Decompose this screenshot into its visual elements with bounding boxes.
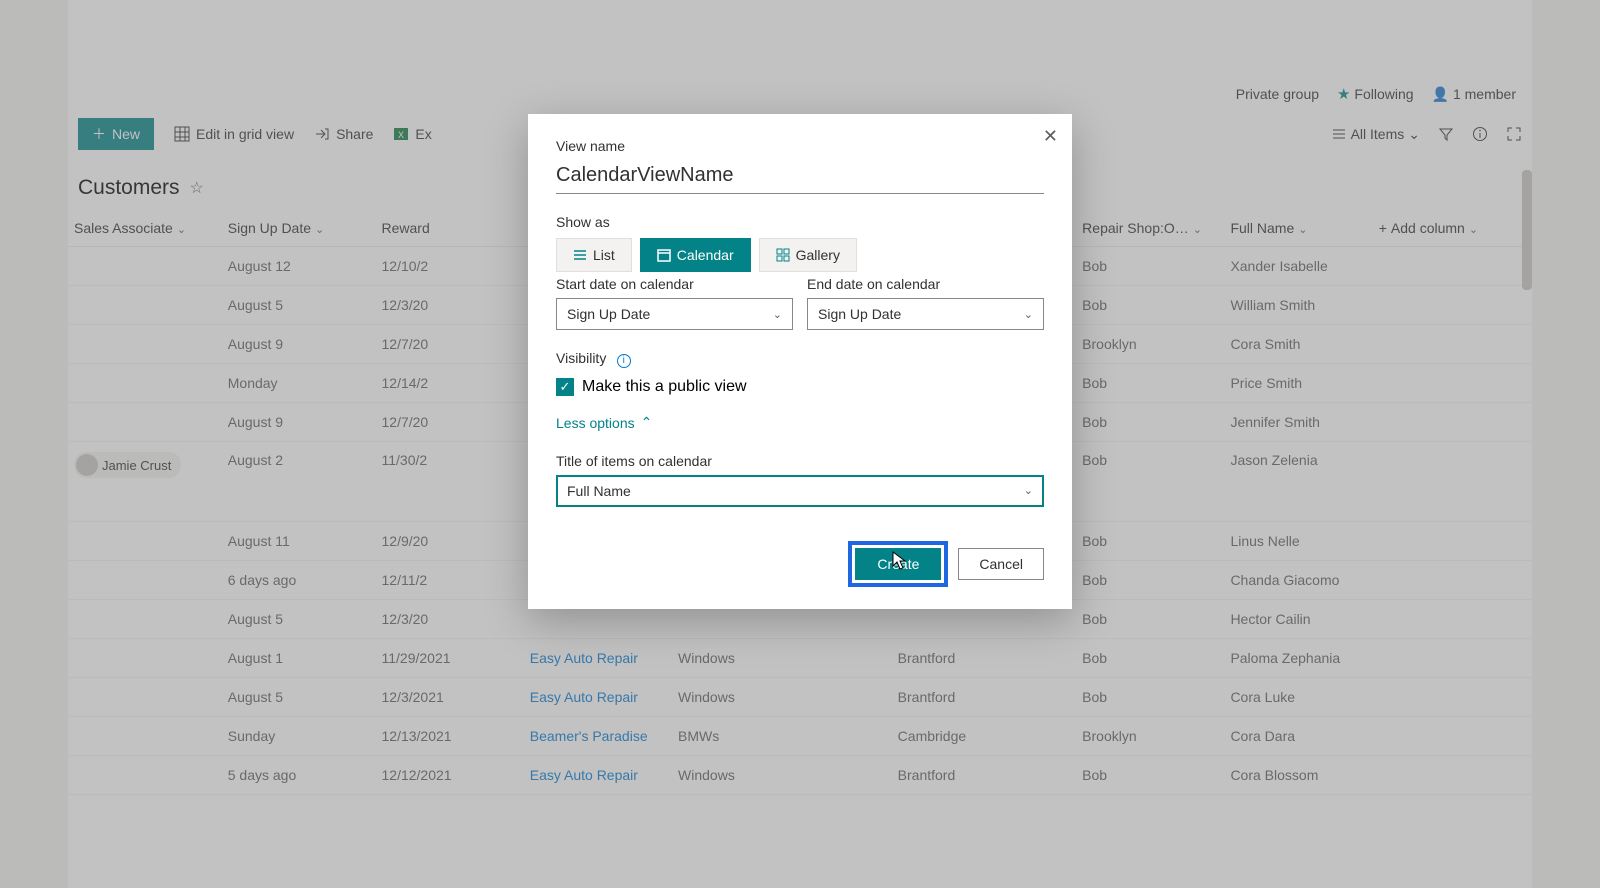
create-view-dialog: ✕ View name Show as List Calendar Galler… [528, 114, 1072, 609]
cancel-button[interactable]: Cancel [958, 548, 1044, 580]
public-view-checkbox[interactable]: ✓ [556, 378, 574, 396]
show-as-label: Show as [556, 214, 1044, 230]
list-icon [573, 248, 587, 262]
show-as-calendar-button[interactable]: Calendar [640, 238, 751, 272]
close-button[interactable]: ✕ [1043, 126, 1058, 147]
chevron-up-icon: ⌃ [641, 414, 653, 431]
info-icon[interactable]: i [617, 354, 631, 368]
title-items-label: Title of items on calendar [556, 453, 1044, 469]
show-as-gallery-button[interactable]: Gallery [759, 238, 857, 272]
view-name-input[interactable] [556, 160, 1044, 194]
create-button[interactable]: Create [855, 548, 941, 580]
end-date-label: End date on calendar [807, 276, 1044, 292]
chevron-down-icon: ⌄ [1024, 484, 1033, 497]
start-date-select[interactable]: Sign Up Date ⌄ [556, 298, 793, 330]
show-as-list-button[interactable]: List [556, 238, 632, 272]
end-date-select[interactable]: Sign Up Date ⌄ [807, 298, 1044, 330]
chevron-down-icon: ⌄ [1024, 308, 1033, 321]
start-date-label: Start date on calendar [556, 276, 793, 292]
close-icon: ✕ [1043, 126, 1058, 146]
less-options-toggle[interactable]: Less options ⌃ [556, 414, 652, 431]
chevron-down-icon: ⌄ [773, 308, 782, 321]
modal-overlay: ✕ View name Show as List Calendar Galler… [0, 0, 1600, 888]
view-name-label: View name [556, 138, 1044, 154]
visibility-label: Visibility [556, 350, 606, 366]
tutorial-highlight: Create [848, 541, 948, 587]
title-items-select[interactable]: Full Name ⌄ [556, 475, 1044, 507]
calendar-icon [657, 248, 671, 262]
public-view-label: Make this a public view [582, 378, 747, 396]
gallery-icon [776, 248, 790, 262]
